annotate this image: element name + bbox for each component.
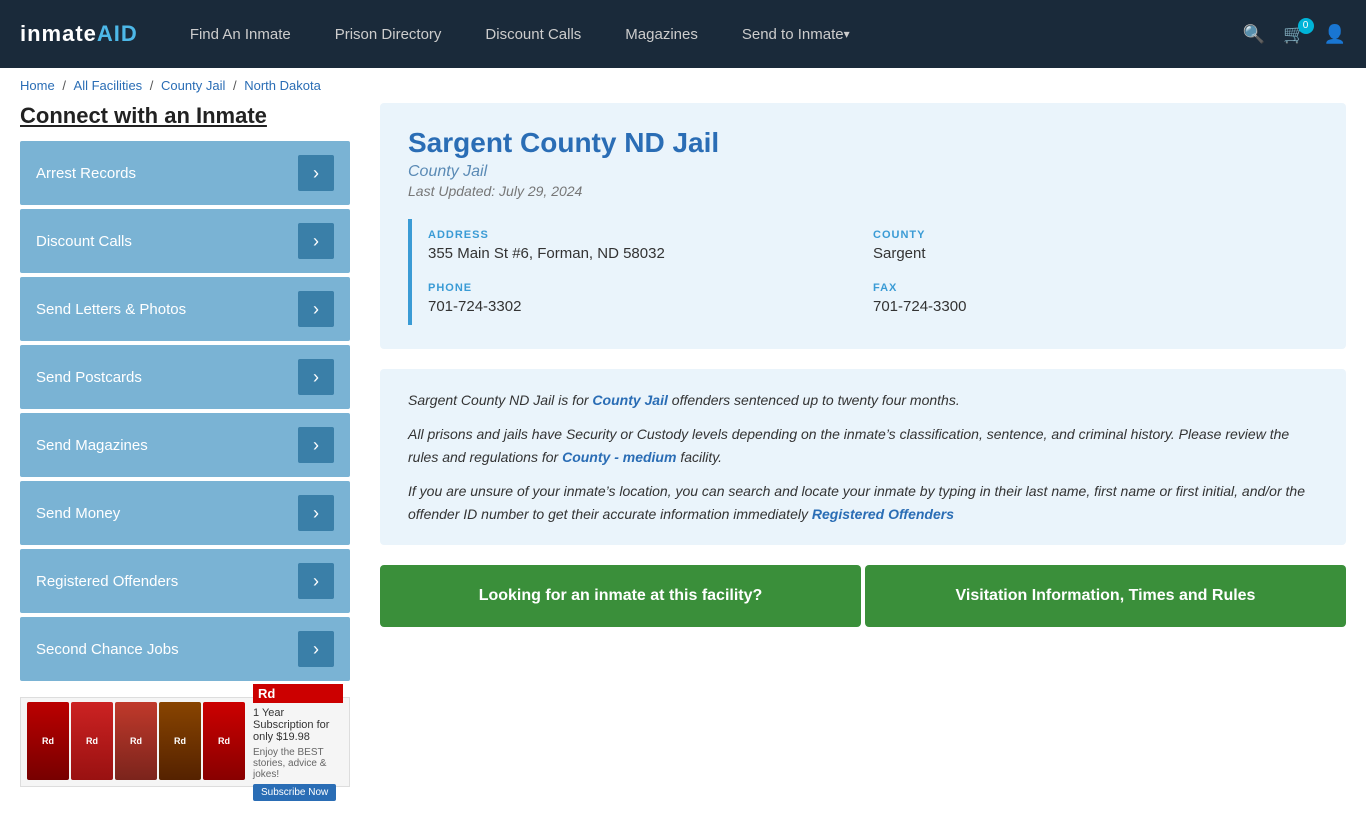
sidebar-item-label: Send Letters & Photos — [36, 301, 186, 318]
facility-card: Sargent County ND Jail County Jail Last … — [380, 103, 1346, 349]
breadcrumb: Home / All Facilities / County Jail / No… — [0, 68, 1366, 103]
desc-para2: All prisons and jails have Security or C… — [408, 423, 1318, 468]
nav-find-inmate[interactable]: Find An Inmate — [168, 0, 313, 68]
county-cell: COUNTY Sargent — [873, 219, 1318, 272]
address-label: ADDRESS — [428, 229, 863, 241]
sidebar-item-label: Send Money — [36, 505, 120, 522]
cart-icon[interactable]: 🛒 0 — [1283, 24, 1305, 45]
cart-badge: 0 — [1298, 18, 1314, 34]
sidebar-item-label: Send Magazines — [36, 437, 148, 454]
facility-updated: Last Updated: July 29, 2024 — [408, 183, 1318, 199]
ad-cover-1: Rd — [27, 702, 69, 780]
ad-cover-2: Rd — [71, 702, 113, 780]
sidebar-item-discount-calls[interactable]: Discount Calls › — [20, 209, 350, 273]
desc-link-county-medium[interactable]: County - medium — [562, 449, 676, 465]
sidebar-title: Connect with an Inmate — [20, 103, 350, 129]
address-cell: ADDRESS 355 Main St #6, Forman, ND 58032 — [428, 219, 873, 272]
search-icon[interactable]: 🔍 — [1243, 24, 1265, 45]
arrow-icon: › — [298, 291, 334, 327]
sidebar-item-send-letters[interactable]: Send Letters & Photos › — [20, 277, 350, 341]
sidebar: Connect with an Inmate Arrest Records › … — [20, 103, 350, 787]
sidebar-item-label: Arrest Records — [36, 165, 136, 182]
arrow-icon: › — [298, 427, 334, 463]
sidebar-ad[interactable]: Rd Rd Rd Rd Rd Rd 1 Year Subscription fo… — [20, 697, 350, 787]
ad-subtitle: Enjoy the BEST stories, advice & jokes! — [253, 747, 343, 780]
arrow-icon: › — [298, 155, 334, 191]
visitation-info-button[interactable]: Visitation Information, Times and Rules — [865, 565, 1346, 627]
find-inmate-button[interactable]: Looking for an inmate at this facility? — [380, 565, 861, 627]
ad-cover-3: Rd — [115, 702, 157, 780]
ad-cover-4: Rd — [159, 702, 201, 780]
arrow-icon: › — [298, 359, 334, 395]
main-content: Sargent County ND Jail County Jail Last … — [380, 103, 1346, 787]
fax-value: 701-724-3300 — [873, 298, 1308, 315]
ad-brand-badge: Rd — [253, 684, 343, 703]
sidebar-item-registered-offenders[interactable]: Registered Offenders › — [20, 549, 350, 613]
arrow-icon: › — [298, 495, 334, 531]
logo-text: inmateAID — [20, 21, 138, 47]
breadcrumb-all-facilities[interactable]: All Facilities — [74, 78, 143, 93]
ad-covers: Rd Rd Rd Rd Rd — [27, 702, 245, 782]
ad-subscribe-button[interactable]: Subscribe Now — [253, 784, 336, 801]
nav-magazines[interactable]: Magazines — [603, 0, 720, 68]
breadcrumb-sep: / — [62, 78, 69, 93]
sidebar-item-send-magazines[interactable]: Send Magazines › — [20, 413, 350, 477]
phone-value: 701-724-3302 — [428, 298, 863, 315]
sidebar-item-arrest-records[interactable]: Arrest Records › — [20, 141, 350, 205]
facility-name: Sargent County ND Jail — [408, 127, 1318, 159]
ad-text-block: Rd 1 Year Subscription for only $19.98 E… — [253, 684, 343, 801]
breadcrumb-home[interactable]: Home — [20, 78, 55, 93]
breadcrumb-sep3: / — [233, 78, 240, 93]
facility-type: County Jail — [408, 163, 1318, 181]
sidebar-menu: Arrest Records › Discount Calls › Send L… — [20, 141, 350, 681]
user-icon[interactable]: 👤 — [1324, 24, 1346, 45]
desc-link-county-jail[interactable]: County Jail — [592, 392, 667, 408]
county-label: COUNTY — [873, 229, 1308, 241]
phone-label: PHONE — [428, 282, 863, 294]
sidebar-item-send-postcards[interactable]: Send Postcards › — [20, 345, 350, 409]
ad-cover-5: Rd — [203, 702, 245, 780]
nav-prison-directory[interactable]: Prison Directory — [313, 0, 464, 68]
sidebar-item-label: Registered Offenders — [36, 573, 178, 590]
breadcrumb-sep2: / — [150, 78, 157, 93]
nav-send-to-inmate[interactable]: Send to Inmate — [720, 0, 872, 68]
main-nav: Find An Inmate Prison Directory Discount… — [168, 0, 1243, 68]
address-value: 355 Main St #6, Forman, ND 58032 — [428, 245, 863, 262]
desc-para1: Sargent County ND Jail is for County Jai… — [408, 389, 1318, 411]
logo[interactable]: inmateAID — [20, 21, 138, 47]
breadcrumb-north-dakota[interactable]: North Dakota — [244, 78, 321, 93]
desc-link-registered-offenders[interactable]: Registered Offenders — [812, 506, 954, 522]
sidebar-item-send-money[interactable]: Send Money › — [20, 481, 350, 545]
description-section: Sargent County ND Jail is for County Jai… — [380, 369, 1346, 545]
arrow-icon: › — [298, 223, 334, 259]
sidebar-item-label: Send Postcards — [36, 369, 142, 386]
arrow-icon: › — [298, 631, 334, 667]
sidebar-item-second-chance-jobs[interactable]: Second Chance Jobs › — [20, 617, 350, 681]
breadcrumb-county-jail[interactable]: County Jail — [161, 78, 225, 93]
county-value: Sargent — [873, 245, 1308, 262]
fax-label: FAX — [873, 282, 1308, 294]
facility-info-grid: ADDRESS 355 Main St #6, Forman, ND 58032… — [408, 219, 1318, 325]
desc-para3: If you are unsure of your inmate’s locat… — [408, 480, 1318, 525]
action-buttons: Looking for an inmate at this facility? … — [380, 565, 1346, 627]
nav-discount-calls[interactable]: Discount Calls — [463, 0, 603, 68]
fax-cell: FAX 701-724-3300 — [873, 272, 1318, 325]
sidebar-item-label: Second Chance Jobs — [36, 641, 179, 658]
header-icons: 🔍 🛒 0 👤 — [1243, 24, 1346, 45]
arrow-icon: › — [298, 563, 334, 599]
phone-cell: PHONE 701-724-3302 — [428, 272, 873, 325]
sidebar-item-label: Discount Calls — [36, 233, 132, 250]
ad-tagline: 1 Year Subscription for only $19.98 — [253, 707, 343, 743]
